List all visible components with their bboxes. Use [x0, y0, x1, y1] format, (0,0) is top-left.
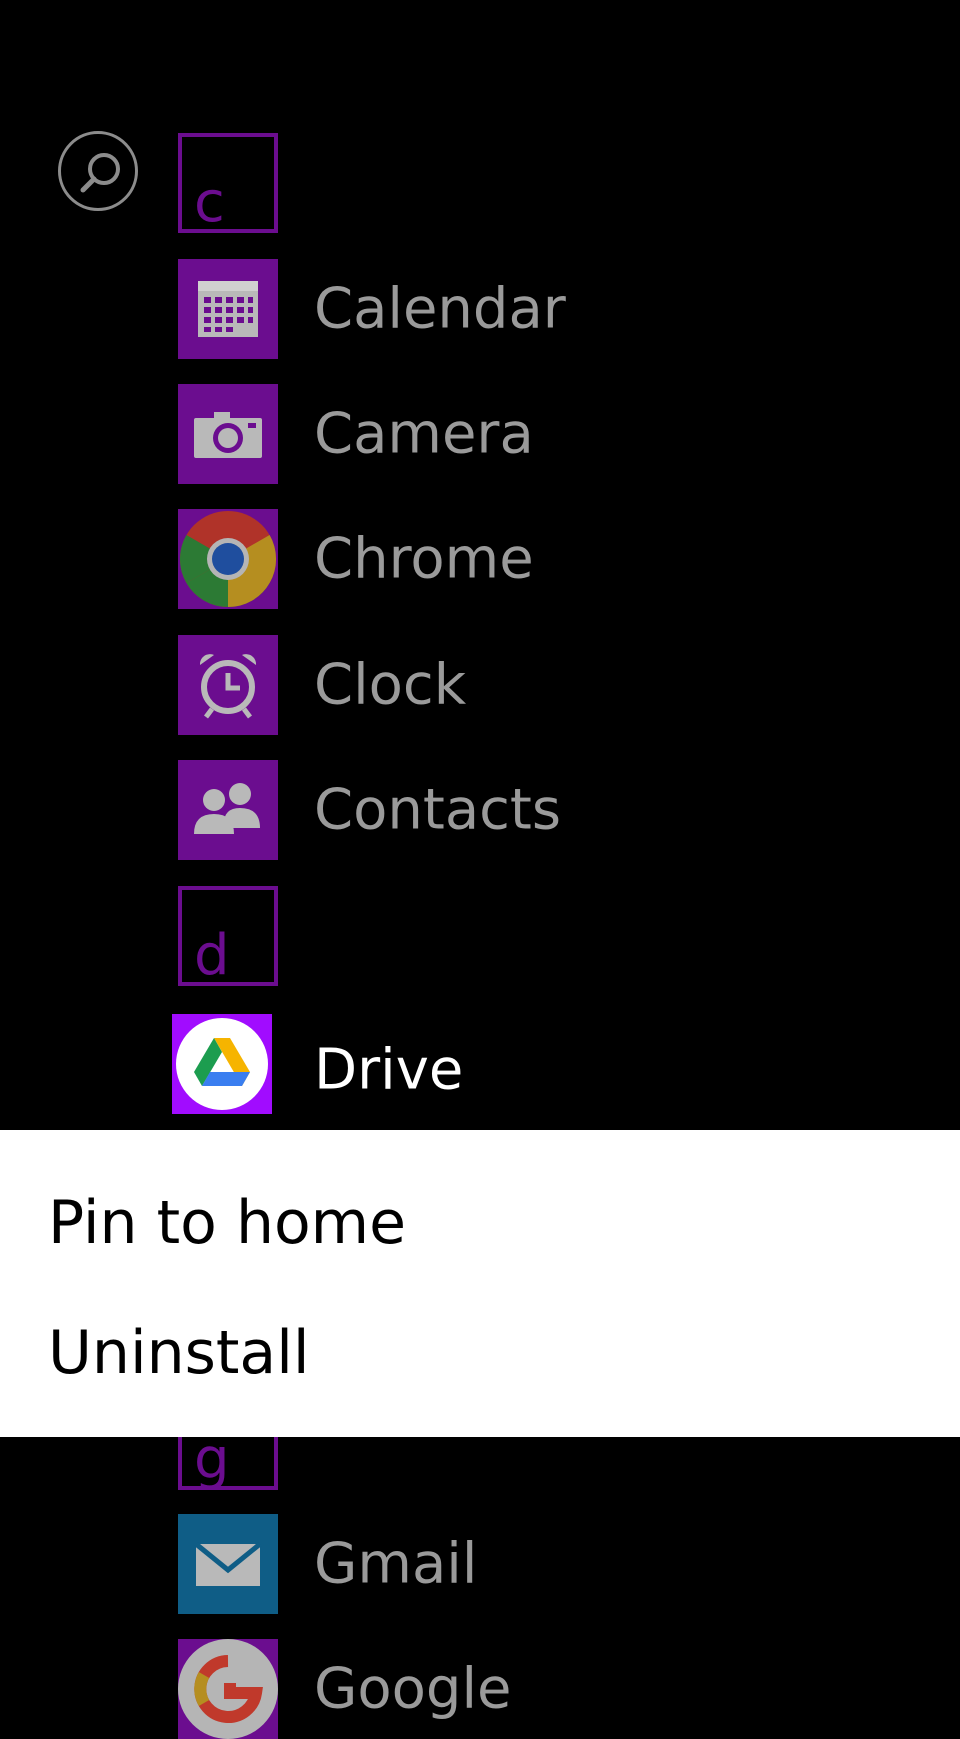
alarm-clock-icon	[199, 654, 257, 719]
app-label: Calendar	[314, 276, 566, 342]
google-icon	[178, 1639, 278, 1739]
search-icon	[80, 153, 120, 193]
chrome-icon	[179, 511, 277, 608]
chrome-tile	[178, 509, 278, 609]
app-item-gmail[interactable]: Gmail	[178, 1514, 938, 1614]
context-menu: Pin to home Uninstall	[0, 1130, 960, 1437]
contacts-tile	[178, 760, 278, 860]
google-tile	[178, 1639, 278, 1739]
group-header-tile: c	[178, 133, 278, 233]
pin-to-home-menu-item[interactable]: Pin to home	[48, 1188, 406, 1258]
app-label: Drive	[314, 1037, 464, 1103]
app-item-contacts[interactable]: Contacts	[178, 760, 938, 860]
app-item-drive[interactable]: Drive	[172, 1014, 938, 1120]
app-label: Chrome	[314, 526, 534, 592]
app-label: Google	[314, 1656, 512, 1722]
app-item-camera[interactable]: Camera	[178, 384, 938, 484]
group-header-letter: c	[194, 170, 225, 233]
drive-tile	[172, 1014, 272, 1114]
app-label: Camera	[314, 401, 534, 467]
app-item-calendar[interactable]: Calendar	[178, 259, 938, 359]
group-header-letter: g	[194, 1427, 230, 1490]
calendar-icon	[198, 281, 258, 337]
app-item-chrome[interactable]: Chrome	[178, 509, 938, 609]
google-drive-icon	[176, 1018, 268, 1110]
gmail-tile	[178, 1514, 278, 1614]
camera-tile	[178, 384, 278, 484]
group-header-c[interactable]: c	[178, 133, 938, 233]
uninstall-menu-item[interactable]: Uninstall	[48, 1318, 310, 1388]
app-label: Gmail	[314, 1531, 478, 1597]
group-header-tile: d	[178, 886, 278, 986]
group-header-d[interactable]: d	[178, 886, 938, 986]
app-item-google[interactable]: Google	[178, 1639, 938, 1739]
group-header-letter: d	[194, 923, 230, 986]
search-button[interactable]	[58, 131, 138, 211]
contacts-icon	[194, 783, 260, 834]
app-label: Clock	[314, 652, 467, 718]
clock-tile	[178, 635, 278, 735]
camera-icon	[194, 412, 262, 458]
app-item-clock[interactable]: Clock	[178, 635, 938, 735]
calendar-tile	[178, 259, 278, 359]
mail-icon	[194, 1542, 262, 1586]
app-label: Contacts	[314, 777, 562, 843]
